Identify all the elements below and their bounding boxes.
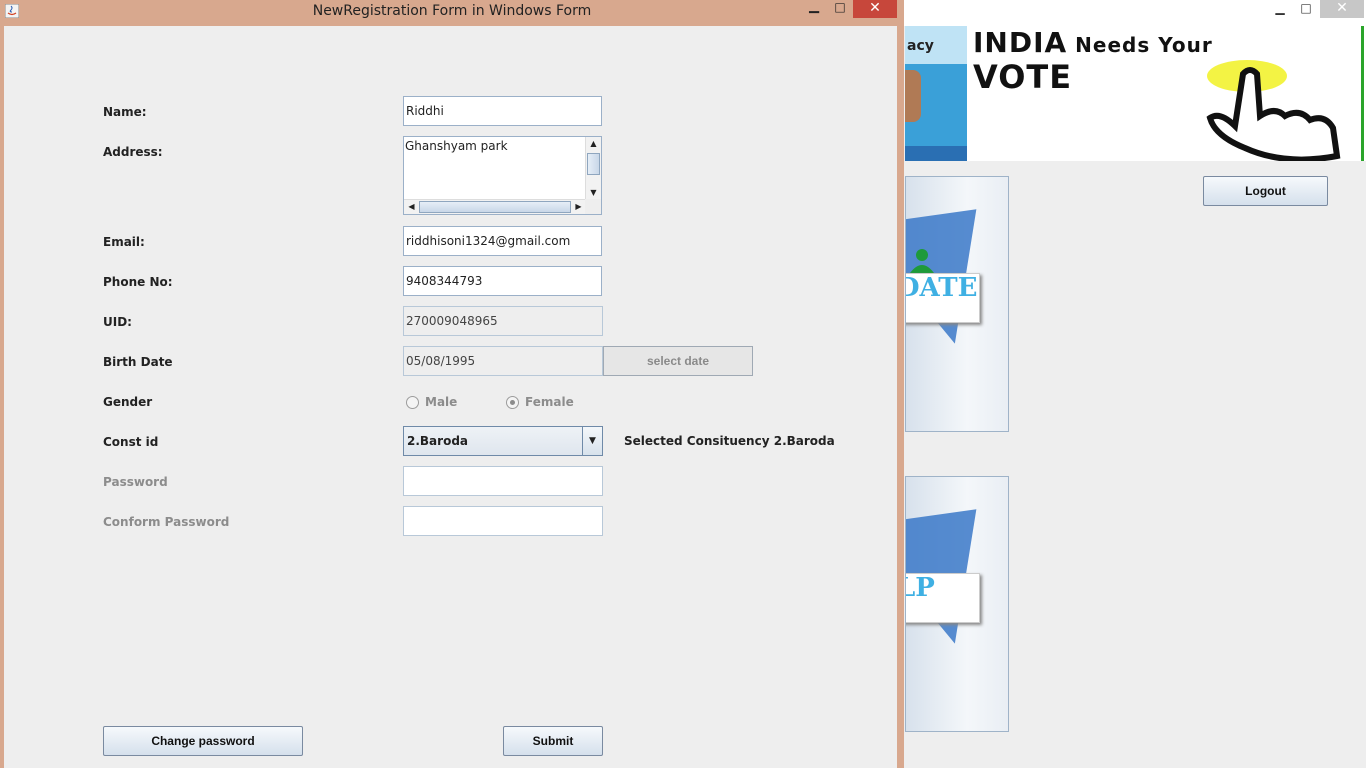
banner-bottom-strip	[905, 146, 967, 161]
banner-left-text: acy	[907, 38, 934, 54]
tile-help-label: LP	[906, 573, 980, 623]
banner-right-panel: INDIA Needs Your VOTE	[969, 26, 1364, 161]
tile-update-label: DATE	[906, 273, 980, 323]
pointing-hand-icon	[1206, 60, 1341, 161]
dialog-title: NewRegistration Form in Windows Form	[312, 3, 592, 19]
close-button[interactable]: ✕	[853, 0, 897, 18]
uid-input[interactable]	[403, 306, 603, 336]
scroll-up-arrow-icon[interactable]: ▲	[586, 137, 601, 151]
banner-headline: INDIA Needs Your	[973, 26, 1213, 59]
gender-male-label: Male	[425, 395, 458, 409]
confirm-password-input[interactable]	[403, 506, 603, 536]
gender-female-radio[interactable]: Female	[506, 394, 574, 410]
scroll-left-arrow-icon[interactable]: ◀	[404, 200, 419, 214]
birth-date-input[interactable]	[403, 346, 603, 376]
address-text: Ghanshyam park	[405, 139, 508, 153]
scroll-right-arrow-icon[interactable]: ▶	[571, 200, 586, 214]
address-vertical-scrollbar[interactable]: ▲ ▼	[585, 137, 601, 200]
address-textarea[interactable]: Ghanshyam park ▲ ▼ ◀ ▶	[403, 136, 602, 215]
change-password-button[interactable]: Change password	[103, 726, 303, 756]
submit-button[interactable]: Submit	[503, 726, 603, 756]
name-input[interactable]	[403, 96, 602, 126]
confirm-password-label: Conform Password	[103, 515, 230, 529]
address-label: Address:	[103, 145, 163, 159]
banner-headline-big: INDIA	[973, 26, 1068, 59]
address-horizontal-scrollbar[interactable]: ◀ ▶	[404, 199, 586, 214]
radio-female-circle[interactable]	[506, 395, 519, 409]
vote-banner-image: acy INDIA Needs Your VOTE	[905, 26, 1366, 161]
uid-label: UID:	[103, 315, 132, 329]
update-tile-image[interactable]: DATE	[905, 176, 1009, 432]
banner-headline-small: Needs Your	[1067, 33, 1213, 57]
horizontal-scroll-thumb[interactable]	[419, 201, 571, 213]
email-input[interactable]	[403, 226, 602, 256]
select-date-button[interactable]: select date	[603, 346, 753, 376]
maximize-button[interactable]: □	[828, 0, 852, 18]
background-minimize-button[interactable]: ▁	[1268, 0, 1292, 18]
background-maximize-button[interactable]: □	[1294, 0, 1318, 18]
scrollbar-corner	[585, 199, 601, 214]
constituency-dropdown[interactable]: 2.Baroda ▼	[403, 426, 603, 456]
password-label: Password	[103, 475, 168, 489]
radio-male-circle[interactable]	[406, 395, 419, 409]
logout-button[interactable]: Logout	[1203, 176, 1328, 206]
gender-label: Gender	[103, 395, 153, 409]
gender-female-label: Female	[525, 395, 574, 409]
const-id-label: Const id	[103, 435, 159, 449]
birth-date-label: Birth Date	[103, 355, 173, 369]
vertical-scroll-thumb[interactable]	[587, 153, 600, 175]
person-icon	[910, 249, 934, 273]
scroll-down-arrow-icon[interactable]: ▼	[586, 186, 601, 200]
chevron-down-icon[interactable]: ▼	[582, 427, 602, 455]
banner-face	[905, 70, 921, 122]
banner-left-photo: acy	[905, 26, 967, 161]
banner-vote-word: VOTE	[973, 58, 1073, 96]
password-input[interactable]	[403, 466, 603, 496]
email-label: Email:	[103, 235, 145, 249]
phone-input[interactable]	[403, 266, 602, 296]
background-close-button[interactable]: ✕	[1320, 0, 1364, 18]
constituency-selected-value: 2.Baroda	[407, 434, 469, 448]
minimize-button[interactable]: ▁	[802, 0, 826, 18]
help-tile-image[interactable]: LP	[905, 476, 1009, 732]
gender-male-radio[interactable]: Male	[406, 394, 457, 410]
name-label: Name:	[103, 105, 147, 119]
selected-constituency-text: Selected Consituency 2.Baroda	[624, 434, 835, 448]
registration-dialog: NewRegistration Form in Windows Form ▁ □…	[0, 0, 904, 768]
phone-label: Phone No:	[103, 275, 173, 289]
